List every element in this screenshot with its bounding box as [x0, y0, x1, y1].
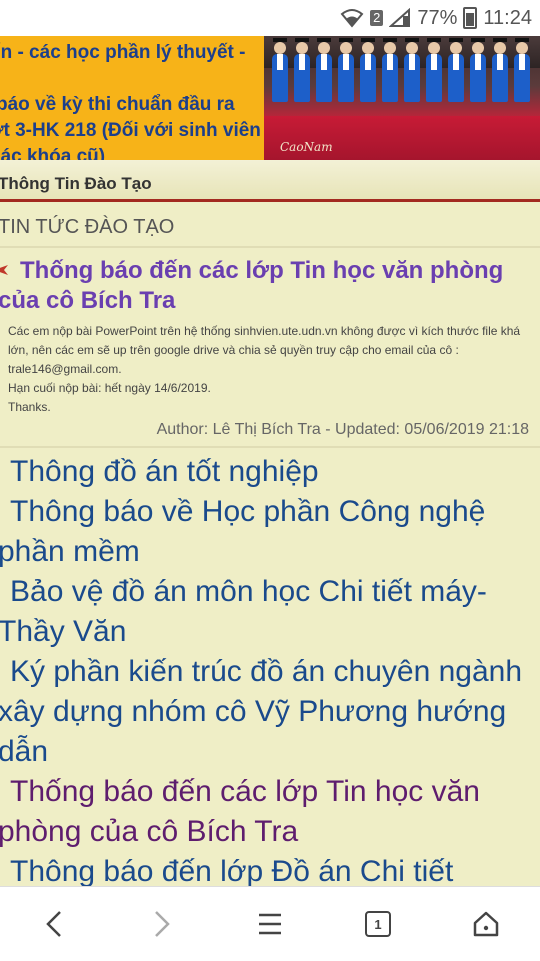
home-button[interactable]: [456, 894, 516, 954]
news-link-visited[interactable]: Thống báo đến các lớp Tin học văn phòng …: [0, 772, 540, 852]
menu-icon: [259, 913, 281, 935]
featured-paragraph: Hạn cuối nộp bài: hết ngày 14/6/2019.: [8, 381, 211, 395]
bullet-icon: [0, 495, 8, 525]
tabs-icon: 1: [365, 911, 391, 937]
news-link[interactable]: Bảo vệ đồ án môn học Chi tiết máy- Thầy …: [0, 572, 540, 652]
featured-author-line: Author: Lê Thị Bích Tra - Updated: 05/06…: [156, 421, 529, 438]
banner-line[interactable]: ến - các học phần lý thuyết -: [0, 42, 246, 64]
forward-button[interactable]: [132, 894, 192, 954]
news-list: Thông đồ án tốt nghiệp Thông báo về Học …: [0, 452, 540, 892]
section-header: Thông Tin Đào Tạo: [0, 160, 540, 202]
news-link-text[interactable]: Thông báo về Học phần Công nghệ phần mềm: [0, 495, 485, 568]
banner-line[interactable]: ợt 3-HK 218 (Đối với sinh viên: [0, 120, 261, 142]
back-button[interactable]: [24, 894, 84, 954]
menu-button[interactable]: [240, 894, 300, 954]
tabs-button[interactable]: 1: [348, 894, 408, 954]
home-icon: [473, 911, 499, 937]
signal-icon: [389, 8, 411, 28]
news-link-text[interactable]: Bảo vệ đồ án môn học Chi tiết máy- Thầy …: [0, 575, 487, 648]
news-link-text[interactable]: Thống báo đến các lớp Tin học văn phòng …: [0, 775, 480, 848]
section-subtitle: TIN TỨC ĐÀO TẠO: [0, 216, 175, 238]
battery-percent: 77%: [417, 6, 458, 29]
divider: [0, 246, 540, 248]
news-link[interactable]: Thông báo về Học phần Công nghệ phần mềm: [0, 492, 540, 572]
news-link-text[interactable]: Thông báo đến lớp Đồ án Chi tiết: [10, 855, 453, 888]
news-link[interactable]: Ký phần kiến trúc đồ án chuyên ngành xây…: [0, 652, 540, 772]
status-bar: 2 77% 11:24: [0, 0, 540, 36]
wifi-icon: [340, 8, 364, 28]
news-link-text[interactable]: Ký phần kiến trúc đồ án chuyên ngành xây…: [0, 655, 522, 768]
banner-line[interactable]: báo về kỳ thi chuẩn đầu ra: [0, 94, 235, 116]
bullet-icon: [0, 575, 8, 605]
section-title: Thông Tin Đào Tạo: [0, 174, 152, 193]
header-banner[interactable]: ến - các học phần lý thuyết - báo về kỳ …: [0, 36, 540, 160]
featured-article-body: Các em nộp bài PowerPoint trên hệ thống …: [8, 322, 538, 417]
clock: 11:24: [483, 6, 532, 29]
browser-bottom-bar: 1: [0, 886, 540, 961]
featured-paragraph: Các em nộp bài PowerPoint trên hệ thống …: [8, 324, 521, 376]
bullet-icon: [0, 655, 8, 685]
featured-paragraph: Thanks.: [8, 400, 51, 414]
banner-line[interactable]: các khóa cũ): [0, 146, 105, 160]
graduation-photo: CaoNam: [264, 36, 540, 160]
news-link-text[interactable]: Thông đồ án tốt nghiệp: [10, 455, 319, 488]
sim-badge: 2: [370, 10, 384, 26]
bullet-icon: [0, 455, 8, 485]
bullet-icon: [0, 855, 8, 885]
photo-watermark: CaoNam: [280, 140, 333, 154]
news-link[interactable]: Thông đồ án tốt nghiệp: [0, 452, 540, 492]
banner-news-ticker[interactable]: ến - các học phần lý thuyết - báo về kỳ …: [0, 36, 264, 160]
back-icon: [46, 911, 61, 937]
forward-icon: [155, 911, 170, 937]
bullet-icon: [0, 775, 8, 805]
divider: [0, 446, 540, 448]
battery-icon: [463, 7, 478, 29]
featured-article-title[interactable]: Thống báo đến các lớp Tin học văn phòng …: [0, 256, 538, 316]
